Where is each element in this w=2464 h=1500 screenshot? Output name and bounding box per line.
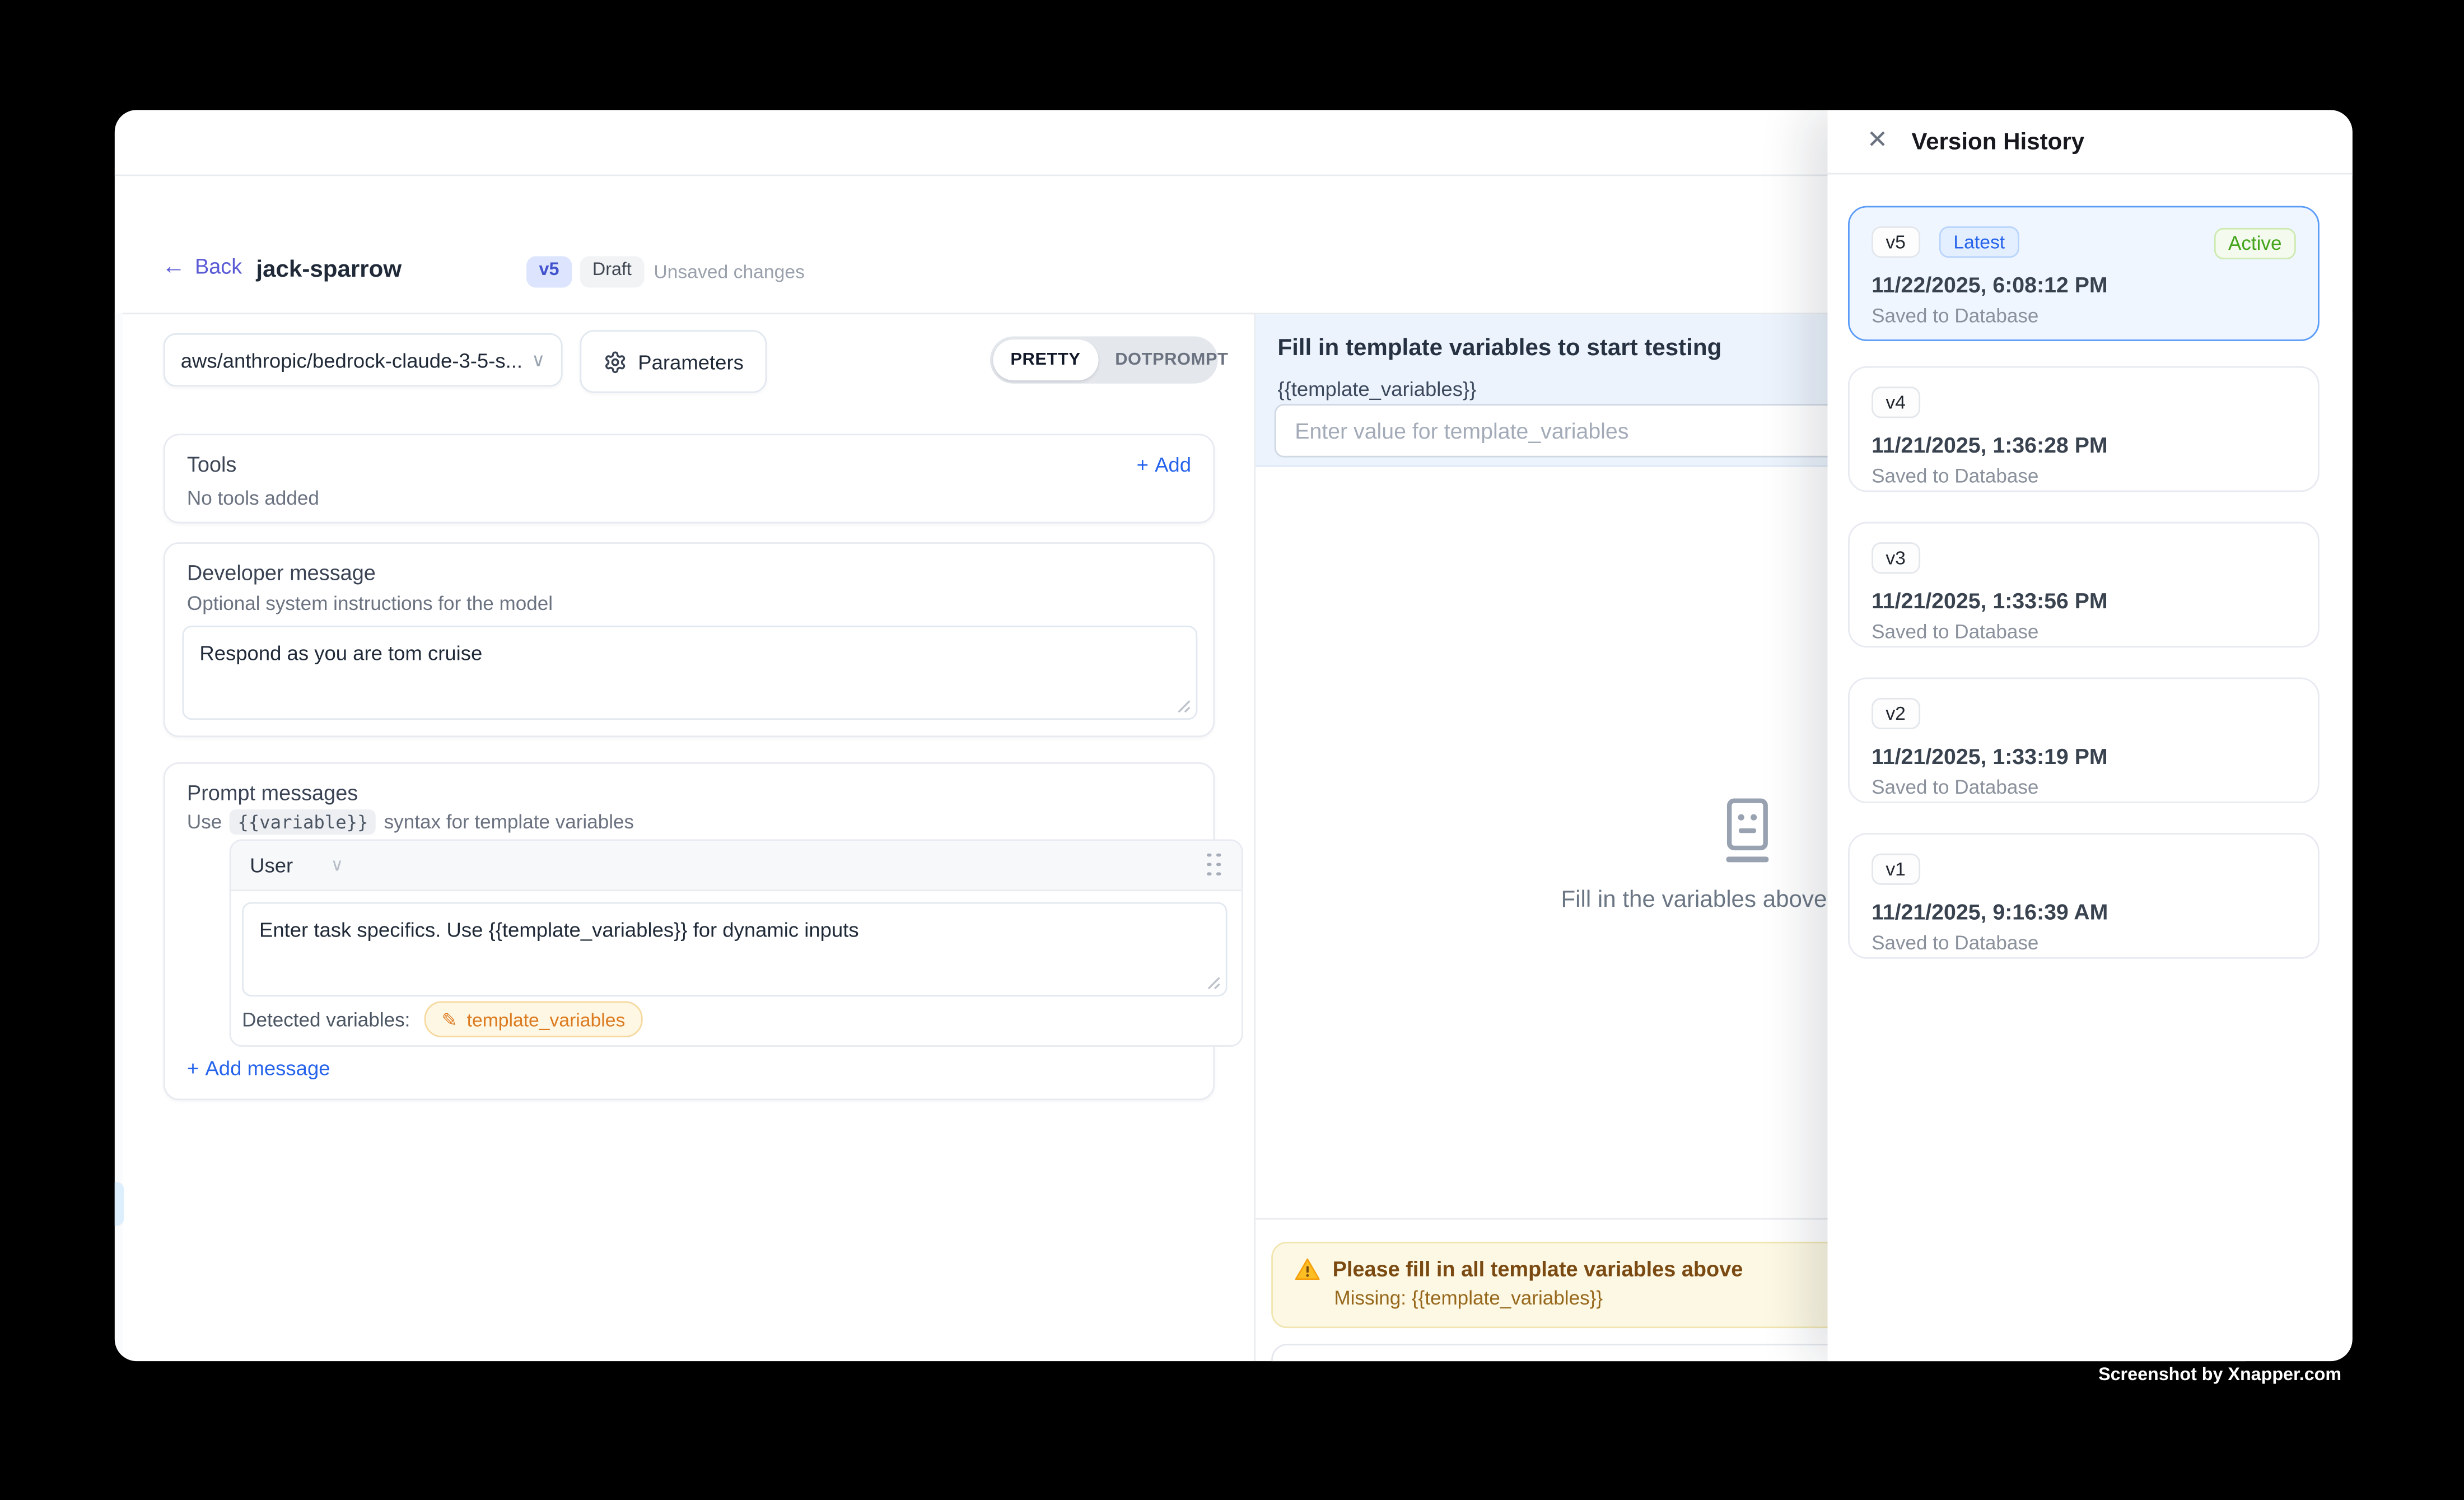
gear-icon — [604, 350, 627, 373]
tools-title: Tools — [187, 453, 236, 476]
add-message-button[interactable]: + Add message — [187, 1056, 330, 1080]
version-badge: v5 — [526, 256, 572, 287]
version-chip: v2 — [1872, 698, 1920, 729]
unsaved-changes-text: Unsaved changes — [654, 261, 805, 283]
developer-message-value: Respond as you are tom cruise — [199, 641, 482, 665]
model-select[interactable]: aws/anthropic/bedrock-claude-3-5-s... ∨ — [164, 333, 563, 386]
version-card-v3[interactable]: v3 11/21/2025, 1:33:56 PM Saved to Datab… — [1848, 522, 2320, 647]
message-textarea[interactable]: Enter task specifics. Use {{template_var… — [242, 902, 1227, 996]
version-chip: v5 — [1872, 226, 1920, 258]
version-chip: v3 — [1872, 542, 1920, 574]
developer-message-textarea[interactable]: Respond as you are tom cruise — [183, 626, 1198, 720]
page-title: jack-sparrow — [256, 256, 402, 283]
robot-icon — [1724, 799, 1771, 871]
app-window: ← Back jack-sparrow v5 Draft Unsaved cha… — [115, 110, 2353, 1361]
version-card-v4[interactable]: v4 11/21/2025, 1:36:28 PM Saved to Datab… — [1848, 366, 2320, 492]
detected-variables-row: Detected variables: ✎ template_variables — [242, 1001, 642, 1037]
draft-badge: Draft — [580, 256, 644, 287]
version-chip: v1 — [1872, 854, 1920, 885]
pencil-icon: ✎ — [442, 1008, 458, 1030]
version-date: 11/21/2025, 1:33:56 PM — [1872, 588, 2296, 613]
plus-icon: + — [187, 1056, 199, 1080]
template-variable-label: {{template_variables}} — [1277, 377, 1476, 400]
version-note: Saved to Database — [1872, 305, 2296, 327]
plus-icon: + — [1137, 453, 1149, 476]
back-arrow-icon: ← — [162, 255, 185, 278]
version-card-v2[interactable]: v2 11/21/2025, 1:33:19 PM Saved to Datab… — [1848, 677, 2320, 803]
model-select-value: aws/anthropic/bedrock-claude-3-5-s... — [181, 348, 522, 372]
developer-message-card: Developer message Optional system instru… — [164, 542, 1215, 737]
prompt-messages-subtitle: Use {{variable}} syntax for template var… — [187, 809, 634, 835]
prompt-messages-card: Prompt messages Use {{variable}} syntax … — [164, 762, 1215, 1100]
subtitle-prefix: Use — [187, 811, 222, 833]
format-toggle: PRETTY DOTPROMPT — [990, 337, 1218, 384]
version-note: Saved to Database — [1872, 621, 2296, 642]
chevron-down-icon: ∨ — [531, 349, 545, 371]
developer-message-subtitle: Optional system instructions for the mod… — [187, 593, 553, 614]
toggle-dotprompt[interactable]: DOTPROMPT — [1098, 339, 1245, 380]
close-icon[interactable]: ✕ — [1867, 129, 1888, 154]
screenshot-stage: ← Back jack-sparrow v5 Draft Unsaved cha… — [0, 0, 2464, 1500]
back-button[interactable]: ← Back — [162, 255, 242, 278]
message-role-row: User ∨ — [231, 841, 1241, 891]
active-badge: Active — [2214, 228, 2296, 259]
prompt-messages-title: Prompt messages — [187, 781, 358, 805]
tools-card: Tools + Add No tools added — [164, 434, 1215, 523]
developer-message-title: Developer message — [187, 561, 376, 585]
role-select[interactable]: User — [250, 854, 293, 877]
subtitle-suffix: syntax for template variables — [384, 811, 634, 833]
drag-handle-icon[interactable] — [1207, 853, 1222, 878]
toggle-pretty[interactable]: PRETTY — [993, 339, 1098, 380]
version-note: Saved to Database — [1872, 932, 2296, 954]
panel-divider — [1254, 313, 1256, 1361]
edge-tab[interactable] — [115, 1182, 124, 1226]
detected-variable-badge[interactable]: ✎ template_variables — [424, 1001, 642, 1037]
tools-empty-text: No tools added — [187, 487, 319, 509]
version-date: 11/21/2025, 9:16:39 AM — [1872, 899, 2296, 924]
parameters-label: Parameters — [638, 350, 744, 373]
version-card-v5[interactable]: v5 Latest Active 11/22/2025, 6:08:12 PM … — [1848, 206, 2320, 341]
chevron-down-icon[interactable]: ∨ — [331, 855, 344, 875]
back-label: Back — [195, 255, 242, 278]
test-panel-title: Fill in template variables to start test… — [1277, 335, 1721, 362]
version-date: 11/21/2025, 1:36:28 PM — [1872, 432, 2296, 458]
version-chip: v4 — [1872, 386, 1920, 418]
version-note: Saved to Database — [1872, 776, 2296, 798]
version-date: 11/22/2025, 6:08:12 PM — [1872, 272, 2296, 297]
add-tool-label: Add — [1155, 453, 1191, 476]
resize-handle-icon[interactable] — [1207, 976, 1221, 990]
latest-badge: Latest — [1939, 226, 2019, 258]
version-history-title: Version History — [1911, 128, 2084, 155]
message-block: User ∨ Enter task specifics. Use {{templ… — [230, 839, 1243, 1046]
variable-syntax-chip: {{variable}} — [230, 809, 376, 835]
add-message-label: Add message — [205, 1056, 330, 1080]
document-header: ← Back jack-sparrow v5 Draft Unsaved cha… — [115, 174, 1254, 313]
detected-variables-label: Detected variables: — [242, 1008, 410, 1030]
warning-title: Please fill in all template variables ab… — [1333, 1257, 1743, 1281]
add-tool-button[interactable]: + Add — [1137, 453, 1191, 476]
version-history-panel: ✕ Version History v5 Latest Active 11/22… — [1828, 110, 2353, 1361]
resize-handle-icon[interactable] — [1177, 700, 1191, 714]
watermark-text: Screenshot by Xnapper.com — [0, 1366, 2341, 1385]
warning-icon — [1295, 1257, 1320, 1281]
version-card-v1[interactable]: v1 11/21/2025, 9:16:39 AM Saved to Datab… — [1848, 833, 2320, 958]
message-value: Enter task specifics. Use {{template_var… — [259, 918, 859, 942]
version-note: Saved to Database — [1872, 465, 2296, 487]
version-history-header: ✕ Version History — [1828, 110, 2353, 174]
version-date: 11/21/2025, 1:33:19 PM — [1872, 743, 2296, 768]
parameters-button[interactable]: Parameters — [580, 330, 767, 393]
detected-variable-name: template_variables — [467, 1008, 626, 1030]
